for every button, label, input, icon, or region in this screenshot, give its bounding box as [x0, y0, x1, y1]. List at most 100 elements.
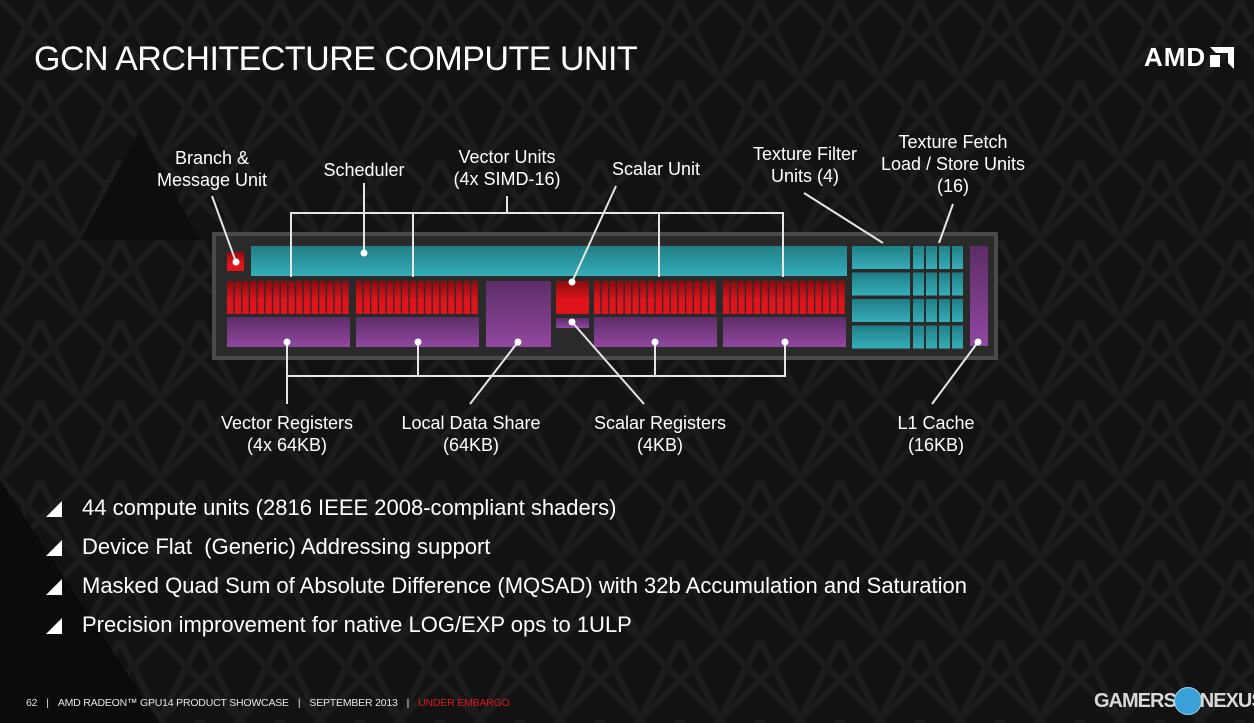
- label-line: (4KB): [636, 435, 684, 455]
- simd-lane: [386, 281, 394, 314]
- bullet-text: Masked Quad Sum of Absolute Difference (…: [82, 572, 967, 598]
- label-line: (16): [936, 176, 969, 196]
- simd-lane: [417, 281, 424, 314]
- simd-lane: [784, 281, 791, 314]
- label-line: Local Data Share: [401, 413, 541, 433]
- label-vector-registers: Vector Registers (4x 64KB): [221, 412, 353, 456]
- label-texture-fetch: Texture Fetch Load / Store Units (16): [881, 131, 1025, 197]
- simd-lane: [265, 281, 272, 314]
- label-scalar-unit: Scalar Unit: [612, 158, 700, 180]
- label-line: Message Unit: [156, 170, 268, 190]
- texture-fetch-unit: [926, 246, 937, 269]
- scalar-unit-block: [556, 281, 589, 314]
- simd-lane: [609, 281, 616, 314]
- simd-lane: [822, 281, 830, 314]
- l1-cache-block: [970, 246, 988, 346]
- simd-lane: [250, 281, 257, 314]
- simd-lane: [753, 281, 761, 314]
- bullet-item: Device Flat (Generic) Addressing support: [46, 527, 967, 566]
- texture-fetch-unit: [952, 299, 963, 322]
- separator: |: [46, 697, 49, 709]
- compute-unit-diagram: [211, 183, 998, 405]
- simd-lane: [647, 281, 655, 314]
- simd-lane: [632, 281, 639, 314]
- simd-lane: [746, 281, 753, 314]
- texture-fetch-unit: [913, 272, 924, 296]
- label-branch-message-unit: Branch & Message Unit: [157, 147, 267, 191]
- simd-lane: [363, 281, 371, 314]
- simd-lane: [776, 281, 784, 314]
- simd-lane: [448, 281, 455, 314]
- simd-lane: [234, 281, 242, 314]
- simd-lane: [280, 281, 288, 314]
- triangle-bullet-icon: [46, 617, 62, 634]
- simd-lane: [371, 281, 378, 314]
- label-line: (4x SIMD-16): [453, 169, 561, 189]
- bullet-item: Precision improvement for native LOG/EXP…: [46, 605, 967, 644]
- label-texture-filter: Texture Filter Units (4): [753, 143, 857, 187]
- embargo-status: UNDER EMBARGO: [418, 697, 510, 709]
- simd-lane: [678, 281, 685, 314]
- simd-lane: [655, 281, 662, 314]
- label-line: Branch &: [174, 148, 250, 168]
- simd-lane: [242, 281, 249, 314]
- simd-lane: [709, 281, 716, 314]
- simd-lane: [273, 281, 280, 314]
- simd-lane: [463, 281, 471, 314]
- simd-lane: [326, 281, 334, 314]
- simd-lane: [432, 281, 440, 314]
- scheduler-block: [251, 246, 847, 276]
- simd-lane: [257, 281, 265, 314]
- texture-fetch-unit: [926, 299, 937, 322]
- simd-lane: [342, 281, 349, 314]
- simd-lane: [738, 281, 745, 314]
- simd-lane: [663, 281, 670, 314]
- globe-icon: [1173, 687, 1202, 715]
- texture-fetch-unit: [939, 246, 950, 269]
- texture-fetch-unit: [952, 246, 963, 269]
- simd-lane: [440, 281, 447, 314]
- label-line: Units (4): [770, 166, 839, 186]
- separator: |: [406, 697, 410, 709]
- texture-fetch-unit: [939, 325, 950, 349]
- simd-lane: [761, 281, 768, 314]
- simd-lane: [311, 281, 318, 314]
- simd-lane: [402, 281, 409, 314]
- label-scalar-registers: Scalar Registers (4KB): [594, 412, 726, 456]
- simd-lane: [799, 281, 807, 314]
- simd-lane: [723, 281, 730, 314]
- event-name: AMD RADEON™ GPU14 PRODUCT SHOWCASE: [57, 697, 289, 709]
- bullet-item: Masked Quad Sum of Absolute Difference (…: [46, 566, 967, 605]
- label-line: Texture Filter: [752, 144, 858, 164]
- label-scheduler: Scheduler: [323, 159, 404, 181]
- texture-filter-unit: [852, 272, 910, 296]
- label-line: Load / Store Units: [880, 154, 1026, 174]
- simd-lane: [288, 281, 295, 314]
- simd-lane: [296, 281, 303, 314]
- simd-lane: [356, 281, 363, 314]
- texture-fetch-unit: [939, 299, 950, 322]
- simd-lane: [701, 281, 709, 314]
- texture-filter-unit: [852, 325, 910, 349]
- simd-lane: [303, 281, 311, 314]
- simd-lane: [319, 281, 326, 314]
- simd-lane: [409, 281, 417, 314]
- triangle-bullet-icon: [46, 578, 62, 595]
- texture-fetch-unit: [926, 272, 937, 296]
- triangle-bullet-icon: [46, 539, 62, 556]
- simd-lane: [769, 281, 776, 314]
- texture-fetch-unit: [952, 272, 963, 296]
- label-line: L1 Cache: [897, 413, 975, 433]
- footer-date: SEPTEMBER 2013: [309, 697, 398, 709]
- label-line: Scheduler: [323, 160, 405, 180]
- texture-fetch-unit: [913, 299, 924, 322]
- label-line: (64KB): [442, 435, 500, 455]
- simd-lane: [640, 281, 647, 314]
- simd-lane: [394, 281, 401, 314]
- label-line: Scalar Unit: [611, 159, 701, 179]
- texture-filter-unit: [852, 299, 910, 322]
- bullet-item: 44 compute units (2816 IEEE 2008-complia…: [46, 488, 967, 527]
- simd-lane: [792, 281, 799, 314]
- label-line: Vector Units: [458, 147, 556, 167]
- texture-fetch-unit: [913, 325, 924, 349]
